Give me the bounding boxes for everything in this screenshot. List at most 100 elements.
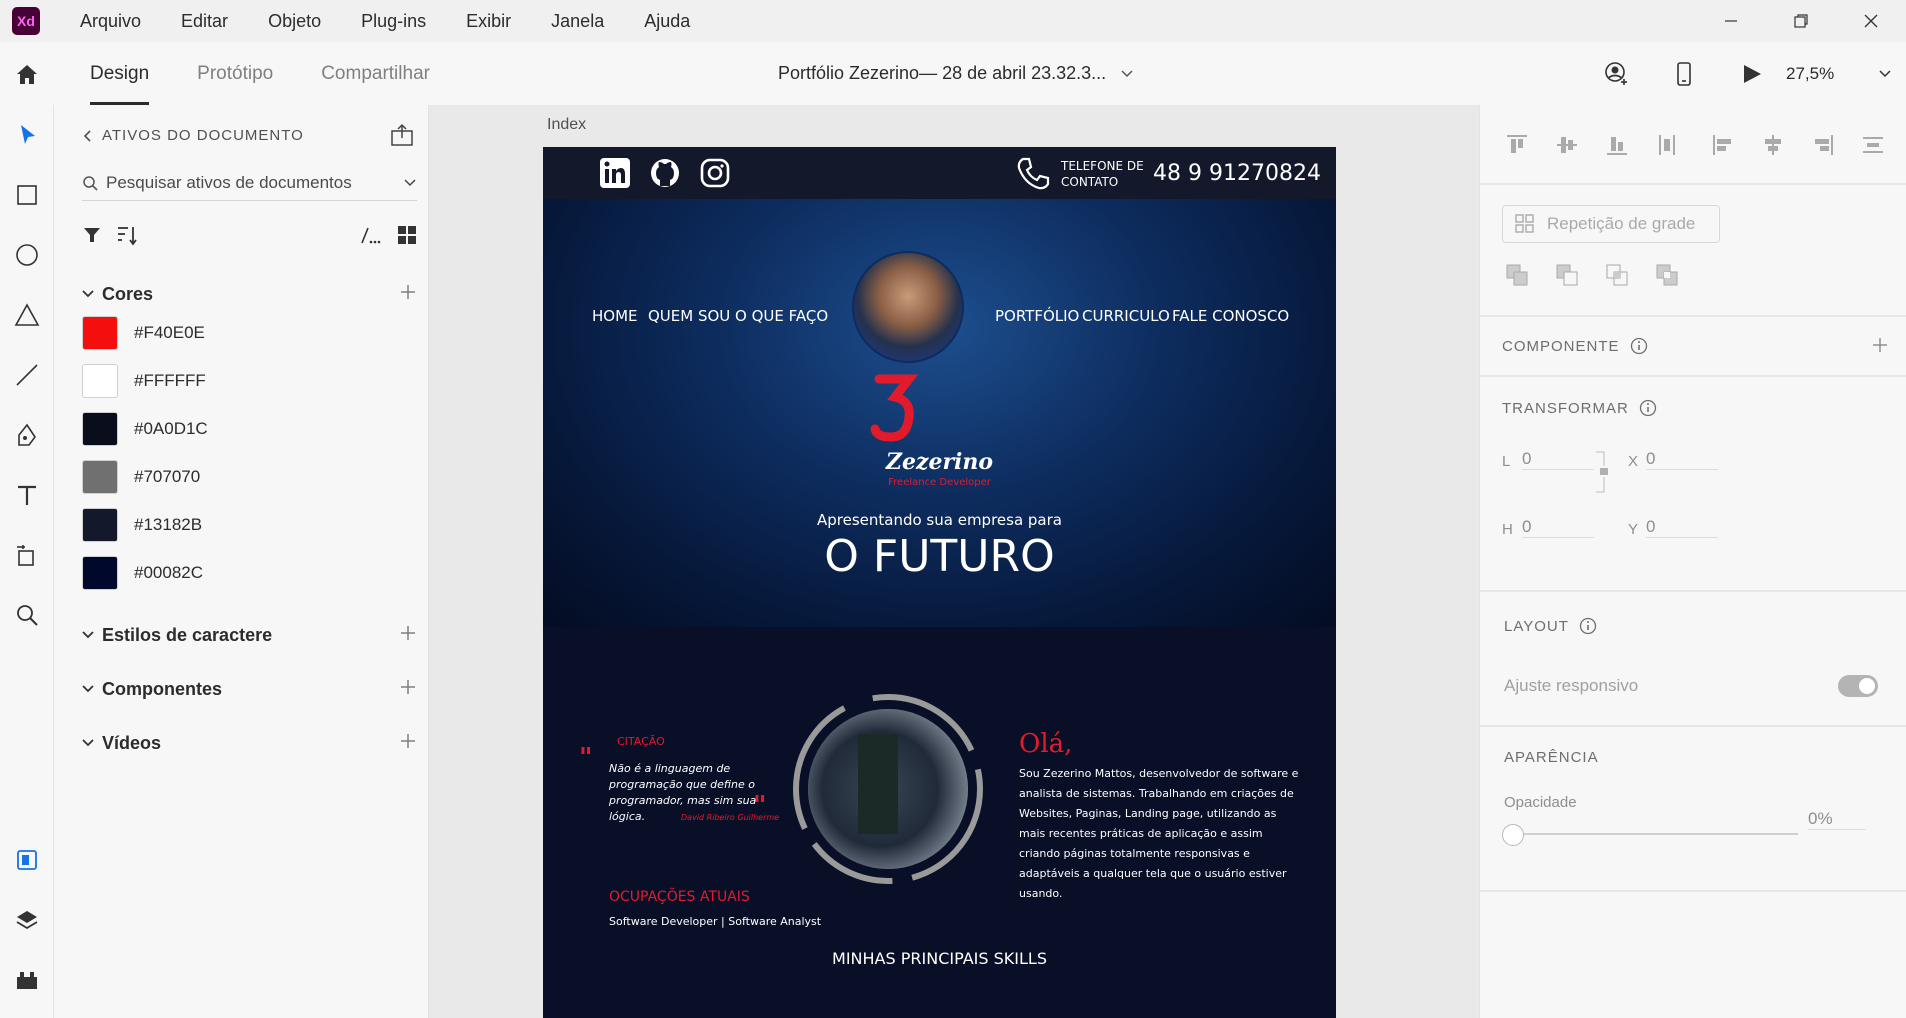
menu-plugins[interactable]: Plug-ins xyxy=(361,11,426,32)
chevron-down-icon[interactable] xyxy=(403,178,417,188)
mobile-device-icon xyxy=(1677,61,1691,86)
plugin-icon xyxy=(17,972,37,989)
exclude-boolean-button[interactable] xyxy=(1642,255,1692,295)
add-color-icon[interactable] xyxy=(399,283,417,301)
y-field[interactable]: 0 xyxy=(1646,517,1718,538)
align-bottom-button[interactable] xyxy=(1592,125,1642,165)
artboard-name[interactable]: Index xyxy=(547,116,586,134)
appearance-header: APARÊNCIA xyxy=(1504,749,1599,766)
chevron-down-icon xyxy=(82,739,94,747)
repeat-grid-button[interactable]: Repetição de grade xyxy=(1502,205,1720,243)
boolean-add-icon xyxy=(1506,264,1528,286)
add-video-icon[interactable] xyxy=(399,732,417,750)
align-center-button[interactable] xyxy=(1748,125,1798,165)
add-boolean-button[interactable] xyxy=(1492,255,1542,295)
subtract-boolean-button[interactable] xyxy=(1542,255,1592,295)
document-title[interactable]: Portfólio Zezerino— 28 de abril 23.32.3.… xyxy=(778,42,1134,105)
menu-editar[interactable]: Editar xyxy=(181,11,228,32)
assets-panel-button[interactable] xyxy=(0,830,54,890)
add-component-icon[interactable] xyxy=(1872,337,1888,353)
width-label: L xyxy=(1502,453,1511,470)
text-tool[interactable] xyxy=(0,465,54,525)
close-button[interactable] xyxy=(1836,0,1906,42)
assets-search-input[interactable] xyxy=(106,172,376,193)
opacity-field[interactable]: 0% xyxy=(1808,809,1866,830)
pen-tool[interactable] xyxy=(0,405,54,465)
color-swatch-item[interactable]: #707070 xyxy=(82,459,417,495)
line-tool[interactable] xyxy=(0,345,54,405)
phone-label: TELEFONE DE CONTATO xyxy=(1061,158,1144,190)
distribute-horizontal-button[interactable] xyxy=(1642,125,1692,165)
align-top-button[interactable] xyxy=(1492,125,1542,165)
section-videos[interactable]: Vídeos xyxy=(82,728,417,758)
section-components[interactable]: Componentes xyxy=(82,674,417,704)
align-right-button[interactable] xyxy=(1798,125,1848,165)
github-icon xyxy=(651,159,679,187)
responsive-resize-toggle[interactable] xyxy=(1838,675,1878,697)
divider xyxy=(1480,890,1906,892)
menu-janela[interactable]: Janela xyxy=(551,11,604,32)
intersect-boolean-button[interactable] xyxy=(1592,255,1642,295)
polygon-tool[interactable] xyxy=(0,285,54,345)
section-character-styles[interactable]: Estilos de caractere xyxy=(82,620,417,650)
design-canvas[interactable]: Index TELEFONE DE CONTATO 48 9 91270824 … xyxy=(429,105,1479,1018)
zoom-select[interactable]: 27,5% xyxy=(1786,64,1906,84)
minimize-button[interactable] xyxy=(1696,0,1766,42)
menu-exibir[interactable]: Exibir xyxy=(466,11,511,32)
color-swatch-item[interactable]: #FFFFFF xyxy=(82,363,417,399)
invite-button[interactable] xyxy=(1582,42,1650,105)
hero-section: HOME QUEM SOU O QUE FAÇO PORTFÓLIO CURRI… xyxy=(543,199,1336,627)
rectangle-tool[interactable] xyxy=(0,165,54,225)
artboard-index[interactable]: TELEFONE DE CONTATO 48 9 91270824 HOME Q… xyxy=(543,147,1336,1018)
color-swatch-item[interactable]: #F40E0E xyxy=(82,315,417,351)
ellipse-tool[interactable] xyxy=(0,225,54,285)
sort-icon[interactable] xyxy=(116,224,138,246)
info-icon[interactable] xyxy=(1639,399,1657,417)
tab-design[interactable]: Design xyxy=(90,42,150,105)
assets-header[interactable]: ATIVOS DO DOCUMENTO xyxy=(82,127,304,144)
align-top-icon xyxy=(1507,135,1527,153)
layers-panel-button[interactable] xyxy=(0,890,54,950)
distribute-vertical-button[interactable] xyxy=(1848,125,1898,165)
home-button[interactable] xyxy=(0,42,54,105)
skills-title: MINHAS PRINCIPAIS SKILLS xyxy=(832,949,1047,968)
menu-ajuda[interactable]: Ajuda xyxy=(644,11,690,32)
color-swatch-item[interactable]: #00082C xyxy=(82,555,417,591)
device-preview-button[interactable] xyxy=(1650,42,1718,105)
restore-button[interactable] xyxy=(1766,0,1836,42)
color-swatch-item[interactable]: #0A0D1C xyxy=(82,411,417,447)
color-swatch-label: #0A0D1C xyxy=(134,419,208,438)
opacity-slider-track[interactable] xyxy=(1516,833,1798,835)
play-preview-button[interactable] xyxy=(1718,42,1786,105)
export-assets-button[interactable] xyxy=(390,123,414,152)
color-swatch-item[interactable]: #13182B xyxy=(82,507,417,543)
chevron-down-icon xyxy=(82,685,94,693)
menu-arquivo[interactable]: Arquivo xyxy=(80,11,141,32)
filter-icon[interactable] xyxy=(82,225,102,245)
select-tool[interactable] xyxy=(0,105,54,165)
align-left-button[interactable] xyxy=(1698,125,1748,165)
info-icon[interactable] xyxy=(1630,337,1648,355)
width-field[interactable]: 0 xyxy=(1522,449,1594,470)
grid-view-icon[interactable] xyxy=(397,225,417,245)
tab-compartilhar[interactable]: Compartilhar xyxy=(321,42,430,105)
opacity-slider-handle[interactable] xyxy=(1502,824,1524,846)
menu-objeto[interactable]: Objeto xyxy=(268,11,321,32)
add-character-style-icon[interactable] xyxy=(399,624,417,642)
code-photo-ring xyxy=(793,694,983,884)
instagram-icon xyxy=(700,158,730,188)
align-middle-button[interactable] xyxy=(1542,125,1592,165)
info-icon[interactable] xyxy=(1579,617,1597,635)
x-field[interactable]: 0 xyxy=(1646,449,1718,470)
section-colors[interactable]: Cores xyxy=(82,279,417,309)
add-component-icon[interactable] xyxy=(399,678,417,696)
tab-prototipo[interactable]: Protótipo xyxy=(197,42,273,105)
plugins-panel-button[interactable] xyxy=(0,950,54,1010)
section-components-label: Componentes xyxy=(102,678,223,699)
list-view-icon[interactable] xyxy=(357,225,381,245)
color-swatch xyxy=(82,460,118,494)
zoom-tool[interactable] xyxy=(0,585,54,645)
lock-aspect-icon[interactable] xyxy=(1594,450,1614,494)
height-field[interactable]: 0 xyxy=(1522,517,1594,538)
artboard-tool[interactable] xyxy=(0,525,54,585)
